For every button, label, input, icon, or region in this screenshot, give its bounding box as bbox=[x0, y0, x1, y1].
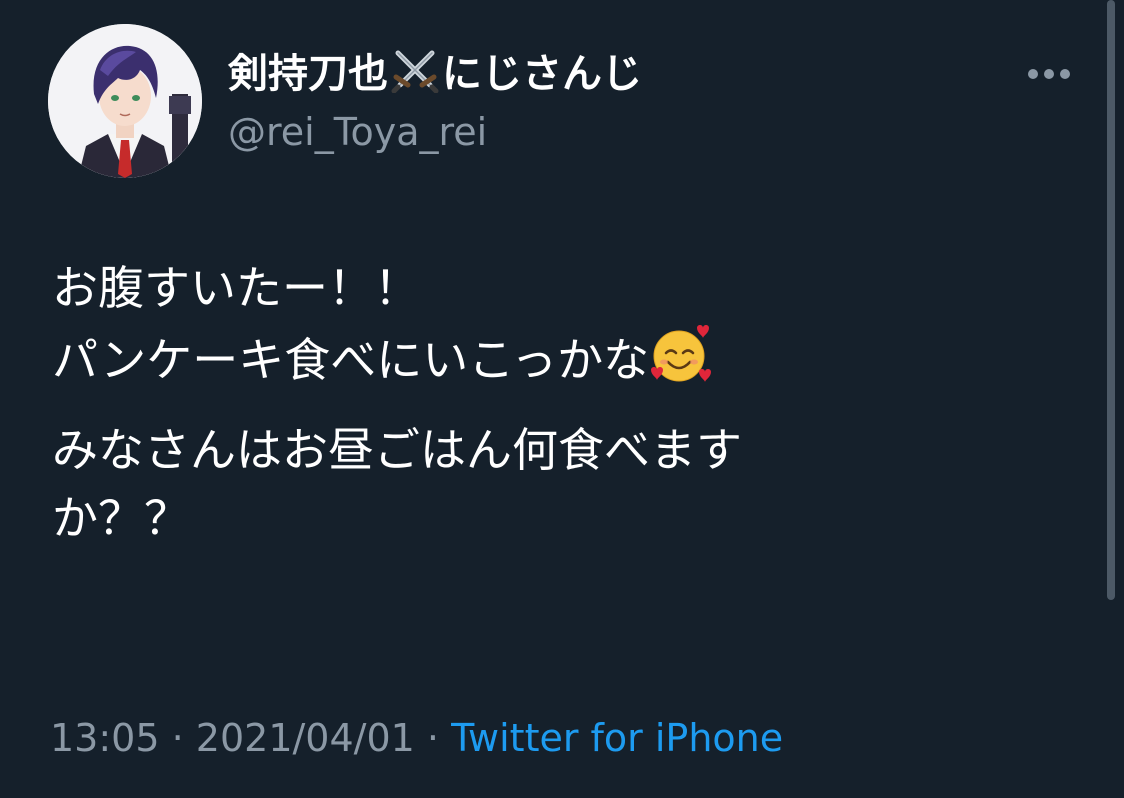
tweet-line-1: お腹すいたー！！ bbox=[52, 261, 420, 315]
more-options-icon[interactable] bbox=[1024, 60, 1074, 88]
tweet-line-2: パンケーキ食べにいこっかな bbox=[52, 322, 1072, 394]
tweet-line-3: みなさんはお昼ごはん何食べます bbox=[52, 423, 742, 477]
tweet-text: お腹すいたー！！ パンケーキ食べにいこっかな みなさんはお昼ごはん何食べます か… bbox=[52, 254, 1072, 552]
avatar-image bbox=[48, 24, 202, 178]
meta-separator: · bbox=[426, 716, 440, 760]
meta-separator: · bbox=[171, 716, 184, 760]
scrollbar[interactable] bbox=[1107, 0, 1115, 600]
display-name-suffix: にじさんじ bbox=[442, 51, 642, 97]
display-name[interactable]: 剣持刀也 にじさんじ bbox=[228, 46, 642, 102]
crossed-swords-icon bbox=[390, 49, 440, 94]
tweet-line-2-text: パンケーキ食べにいこっかな bbox=[52, 333, 650, 387]
tweet-time[interactable]: 13:05 bbox=[50, 716, 160, 760]
tweet-metadata: 13:05 · 2021/04/01 · Twitter for iPhone bbox=[50, 712, 783, 764]
tweet-date[interactable]: 2021/04/01 bbox=[196, 716, 415, 760]
tweet-source-link[interactable]: Twitter for iPhone bbox=[451, 716, 783, 760]
user-handle[interactable]: @rei_Toya_rei bbox=[228, 106, 487, 158]
tweet-detail: 剣持刀也 にじさんじ @rei_Toya_rei お腹すいたー！！ パンケーキ食… bbox=[0, 0, 1124, 798]
avatar[interactable] bbox=[48, 24, 202, 178]
smiling-face-with-hearts-icon bbox=[649, 322, 713, 386]
tweet-line-4: か？？ bbox=[52, 491, 190, 545]
display-name-prefix: 剣持刀也 bbox=[228, 51, 388, 97]
